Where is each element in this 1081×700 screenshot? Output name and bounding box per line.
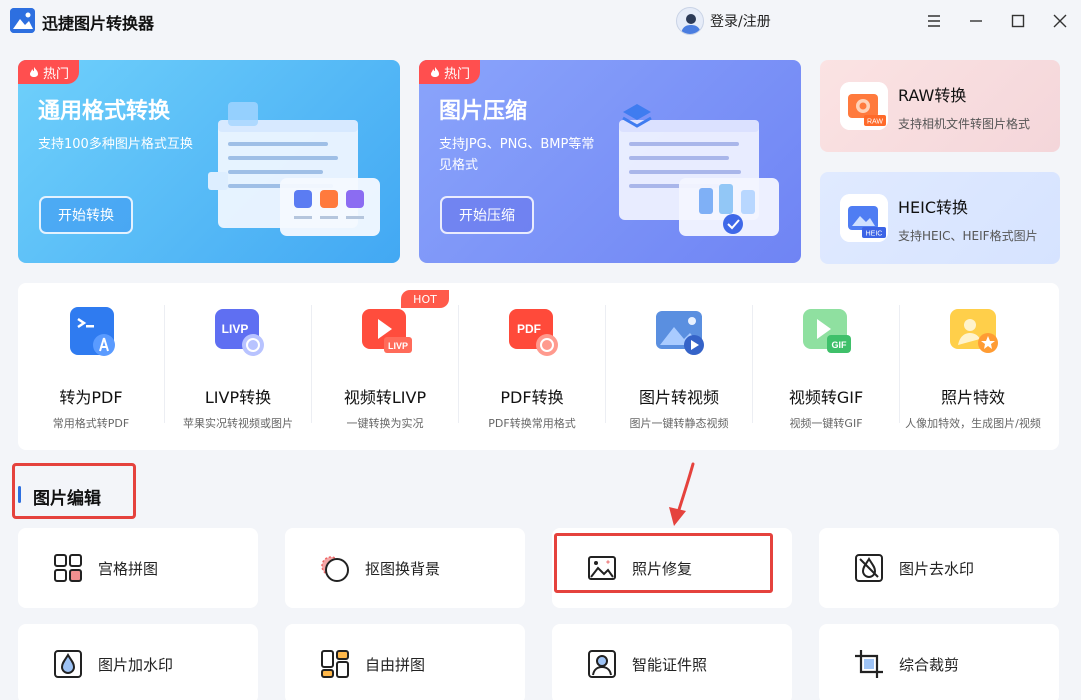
raw-desc: 支持相机文件转图片格式 [898, 117, 1031, 131]
card-crop[interactable]: 综合裁剪 [819, 624, 1059, 700]
banner-compress[interactable]: 热门 图片压缩 支持JPG、PNG、BMP等常见格式 开始压缩 [419, 60, 801, 263]
tool-livp[interactable]: LIVP LIVP转换 苹果实况转视频或图片 [165, 283, 311, 450]
svg-text:GIF: GIF [832, 340, 848, 350]
hot-tag: 热门 [18, 60, 80, 84]
app-title: 迅捷图片转换器 [42, 14, 155, 33]
raw-icon: RAW [840, 82, 888, 130]
collage-icon [321, 650, 349, 678]
start-compress-button[interactable]: 开始压缩 [440, 196, 534, 234]
banner-format-convert[interactable]: 热门 通用格式转换 支持100多种图片格式互换 开始转换 [18, 60, 400, 263]
tool-video-livp[interactable]: LIVP 视频转LIVP 一键转换为实况 [312, 283, 458, 450]
avatar-icon[interactable] [676, 7, 704, 35]
hot-badge: HOT [401, 290, 449, 308]
remove-watermark-icon [855, 554, 883, 582]
tool-image-video[interactable]: 图片转视频 图片一键转静态视频 [606, 283, 752, 450]
maximize-icon[interactable] [1005, 8, 1031, 34]
login-link[interactable]: 登录/注册 [710, 11, 771, 31]
fire-icon [431, 67, 439, 77]
annotation-arrow-icon [669, 462, 695, 526]
menu-icon[interactable] [921, 8, 947, 34]
svg-text:PDF: PDF [517, 322, 541, 336]
svg-text:RAW: RAW [867, 119, 883, 126]
start-convert-button[interactable]: 开始转换 [39, 196, 133, 234]
card-id-photo[interactable]: 智能证件照 [552, 624, 792, 700]
tool-photo-effect[interactable]: 照片特效 人像加特效，生成图片/视频 [900, 283, 1046, 450]
card-cutout-background[interactable]: 抠图换背景 [285, 528, 525, 608]
heic-desc: 支持HEIC、HEIF格式图片 [898, 229, 1038, 243]
hot-tag: 热门 [419, 60, 481, 84]
banner-title: 通用格式转换 [38, 99, 171, 124]
user-login[interactable]: 登录/注册 [676, 6, 771, 36]
compress-illustration-icon [619, 104, 779, 236]
effect-icon [950, 309, 998, 353]
card-free-collage[interactable]: 自由拼图 [285, 624, 525, 700]
close-icon[interactable] [1047, 8, 1073, 34]
heic-convert-card[interactable]: HEIC HEIC转换 支持HEIC、HEIF格式图片 [820, 172, 1060, 264]
tool-pdf-convert[interactable]: PDF PDF转换 PDF转换常用格式 [459, 283, 605, 450]
tool-video-gif[interactable]: GIF 视频转GIF 视频一键转GIF [753, 283, 899, 450]
svg-text:LIVP: LIVP [388, 341, 408, 351]
banner-desc: 支持100多种图片格式互换 [38, 137, 193, 152]
card-add-watermark[interactable]: 图片加水印 [18, 624, 258, 700]
heic-title: HEIC转换 [898, 198, 969, 217]
photo-repair-highlight [554, 533, 773, 593]
convert-illustration-icon [208, 102, 380, 236]
pdf-icon: PDF [509, 309, 558, 356]
minimize-icon[interactable] [963, 8, 989, 34]
tool-to-pdf[interactable]: 转为PDF 常用格式转PDF [18, 283, 164, 450]
pdf-convert-icon [70, 307, 115, 356]
banner-title: 图片压缩 [439, 99, 528, 124]
raw-title: RAW转换 [898, 86, 967, 105]
image-video-icon [656, 311, 704, 355]
raw-convert-card[interactable]: RAW RAW转换 支持相机文件转图片格式 [820, 60, 1060, 152]
section-accent-bar [18, 486, 21, 503]
gif-icon: GIF [803, 309, 851, 353]
app-logo-icon [10, 8, 35, 33]
crop-icon [855, 650, 883, 678]
livp-icon: LIVP [215, 309, 264, 356]
svg-text:LIVP: LIVP [222, 322, 249, 336]
cutout-icon [321, 556, 349, 582]
video-livp-icon: LIVP [362, 309, 412, 353]
card-grid-puzzle[interactable]: 宫格拼图 [18, 528, 258, 608]
banner-desc: 支持JPG、PNG、BMP等常见格式 [439, 137, 595, 173]
svg-text:HEIC: HEIC [866, 231, 883, 238]
watermark-icon [54, 650, 82, 678]
id-photo-icon [588, 650, 616, 678]
heic-icon: HEIC [840, 194, 888, 242]
title-bar: 迅捷图片转换器 登录/注册 [0, 0, 1081, 42]
section-title: 图片编辑 [33, 489, 101, 509]
card-remove-watermark[interactable]: 图片去水印 [819, 528, 1059, 608]
tools-panel: 转为PDF 常用格式转PDF LIVP LIVP转换 苹果实况转视频或图片 LI… [18, 283, 1059, 450]
grid-icon [54, 554, 82, 582]
fire-icon [30, 67, 38, 77]
